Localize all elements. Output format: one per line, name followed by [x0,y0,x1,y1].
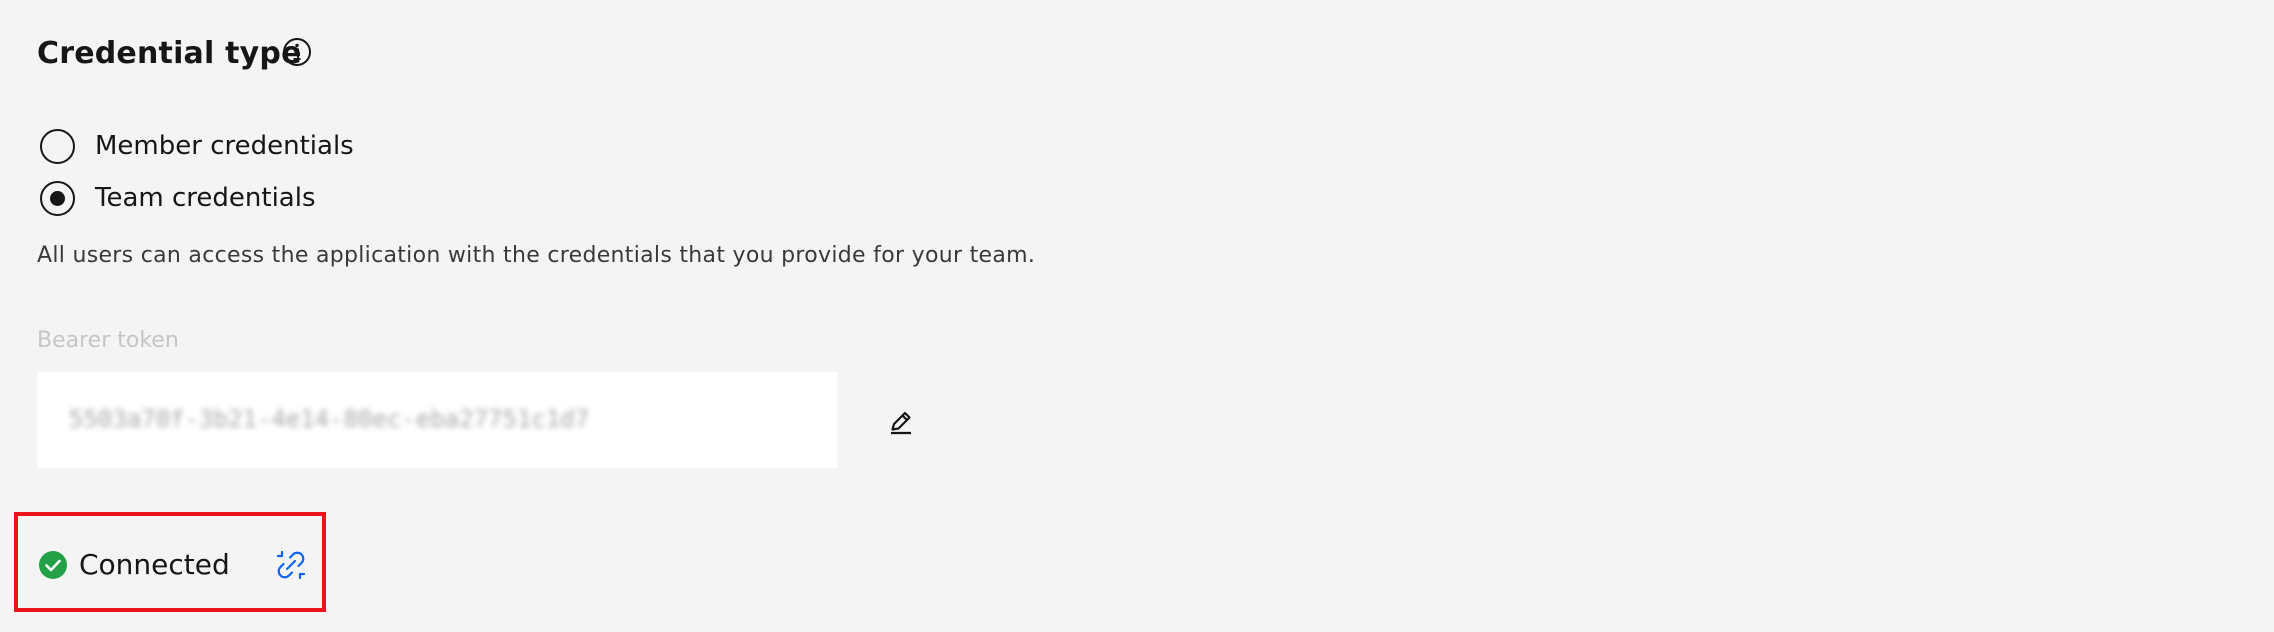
connection-status-text: Connected [79,548,230,581]
bearer-token-label: Bearer token [37,328,179,353]
radio-button[interactable] [40,128,75,164]
bearer-token-value: 5503a70f-3b21-4e14-80ec-eba27751c1d7 [69,405,590,433]
radio-button-selected[interactable] [40,180,75,216]
check-circle-icon [38,550,68,580]
radio-team-credentials[interactable]: Team credentials [40,176,316,220]
helper-text: All users can access the application wit… [37,243,1036,268]
credential-type-heading: Credential type [37,36,302,71]
bearer-token-input[interactable]: 5503a70f-3b21-4e14-80ec-eba27751c1d7 [37,372,837,468]
pencil-icon [891,411,911,435]
disconnect-button[interactable] [274,548,308,582]
radio-member-credentials[interactable]: Member credentials [40,124,354,168]
radio-label: Member credentials [95,131,354,161]
info-icon[interactable] [281,36,313,68]
radio-label: Team credentials [95,183,316,213]
unlink-icon [276,550,306,580]
edit-token-button[interactable] [882,405,918,441]
